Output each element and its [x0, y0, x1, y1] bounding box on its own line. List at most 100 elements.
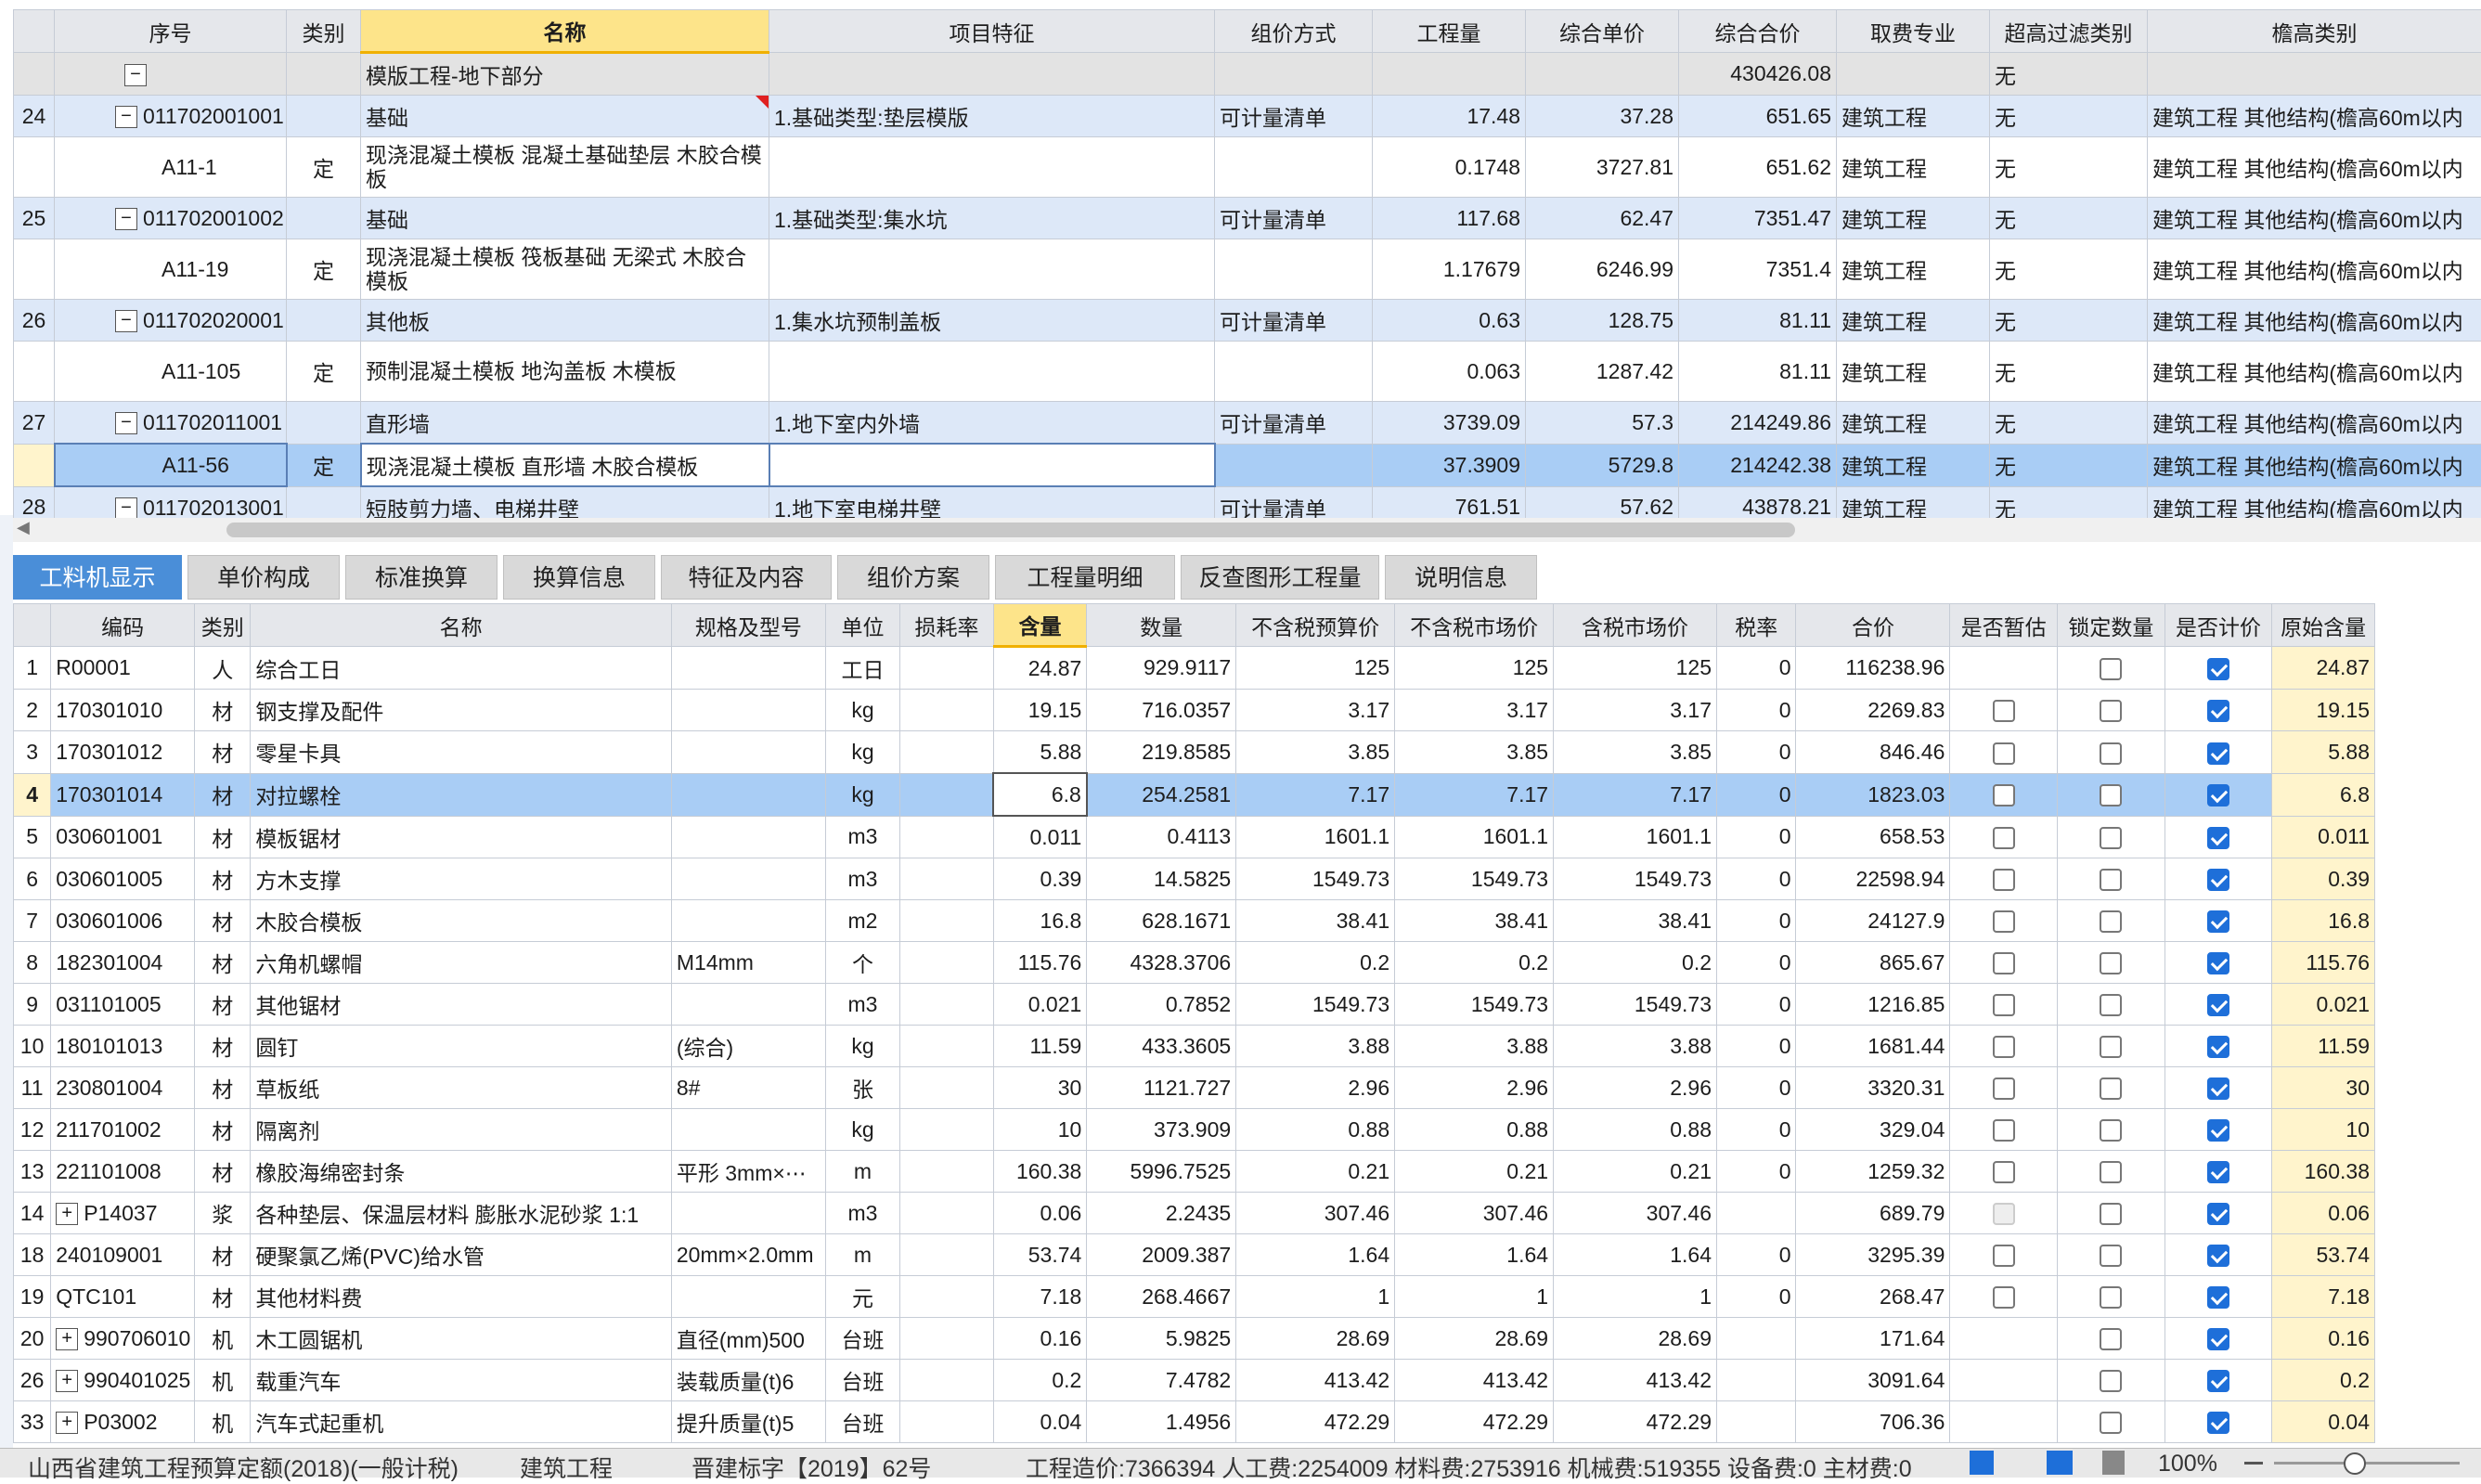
type-cell[interactable]: 材	[195, 1151, 251, 1193]
filter-cell[interactable]: 无	[1990, 300, 2148, 342]
p3-cell[interactable]: 0.2	[1554, 942, 1717, 984]
total-cell[interactable]: 430426.08	[1679, 53, 1837, 96]
resource-row[interactable]: 10180101013材圆钉(综合)kg11.59433.36053.883.8…	[14, 1026, 2375, 1067]
loss-cell[interactable]	[900, 773, 994, 816]
tax-cell[interactable]: 0	[1717, 1276, 1796, 1318]
qty-cell[interactable]: 628.1671	[1087, 900, 1236, 942]
tax-cell[interactable]: 0	[1717, 900, 1796, 942]
price-checkbox-cell[interactable]	[2164, 858, 2272, 900]
sum-cell[interactable]: 3091.64	[1796, 1360, 1950, 1401]
orig-cell[interactable]: 115.76	[2272, 942, 2375, 984]
price-cell[interactable]: 3727.81	[1526, 137, 1679, 198]
content-cell[interactable]: 0.021	[993, 984, 1087, 1026]
name-cell[interactable]: 木胶合模板	[251, 900, 671, 942]
content-cell[interactable]: 24.87	[993, 647, 1087, 690]
tax-cell[interactable]: 0	[1717, 1109, 1796, 1151]
price-checkbox-cell[interactable]	[2164, 1318, 2272, 1360]
type-cell[interactable]: 材	[195, 1067, 251, 1109]
type-cell[interactable]: 定	[287, 239, 361, 300]
type-cell[interactable]: 材	[195, 1234, 251, 1276]
loss-cell[interactable]	[900, 1193, 994, 1234]
unit-cell[interactable]: 工日	[825, 647, 899, 690]
price-checkbox[interactable]	[2207, 1036, 2229, 1058]
unit-cell[interactable]: m3	[825, 858, 899, 900]
height-cell[interactable]: 建筑工程 其他结构(檐高60m以内	[2148, 342, 2481, 402]
p1-cell[interactable]: 125	[1236, 647, 1395, 690]
fee-cell[interactable]: 建筑工程	[1837, 137, 1990, 198]
unit-cell[interactable]: kg	[825, 1026, 899, 1067]
lock-checkbox[interactable]	[2100, 742, 2122, 765]
unit-cell[interactable]: kg	[825, 773, 899, 816]
estimate-checkbox-cell[interactable]	[1950, 1109, 2058, 1151]
type-cell[interactable]: 材	[195, 1026, 251, 1067]
loss-cell[interactable]	[900, 858, 994, 900]
price-checkbox-cell[interactable]	[2164, 1276, 2272, 1318]
p3-cell[interactable]: 1	[1554, 1276, 1717, 1318]
type-cell[interactable]: 材	[195, 816, 251, 858]
code-cell[interactable]: −011702020001	[55, 300, 287, 342]
code-cell[interactable]: R00001	[51, 647, 195, 690]
col-header[interactable]: 综合单价	[1526, 10, 1679, 53]
estimate-checkbox[interactable]	[1993, 1161, 2015, 1183]
p2-cell[interactable]: 2.96	[1395, 1067, 1554, 1109]
type-cell[interactable]: 机	[195, 1318, 251, 1360]
price-checkbox[interactable]	[2207, 1286, 2229, 1309]
bill-row[interactable]: 24−011702001001基础1.基础类型:垫层模版可计量清单17.4837…	[14, 96, 2481, 137]
type-cell[interactable]	[287, 198, 361, 239]
method-cell[interactable]	[1215, 444, 1373, 486]
lock-checkbox[interactable]	[2100, 700, 2122, 722]
orig-cell[interactable]: 0.04	[2272, 1401, 2375, 1443]
orig-cell[interactable]: 0.021	[2272, 984, 2375, 1026]
resource-row[interactable]: 12211701002材隔离剂kg10373.9090.880.880.8803…	[14, 1109, 2375, 1151]
price-checkbox-cell[interactable]	[2164, 1151, 2272, 1193]
resource-row[interactable]: 5030601001材模板锯材m30.0110.41131601.11601.1…	[14, 816, 2375, 858]
p3-cell[interactable]: 2.96	[1554, 1067, 1717, 1109]
sum-cell[interactable]: 3320.31	[1796, 1067, 1950, 1109]
p2-cell[interactable]: 1.64	[1395, 1234, 1554, 1276]
content-cell[interactable]: 160.38	[993, 1151, 1087, 1193]
lock-checkbox[interactable]	[2100, 1328, 2122, 1350]
col-header[interactable]: 项目特征	[769, 10, 1215, 53]
lock-checkbox-cell[interactable]	[2058, 858, 2165, 900]
spec-cell[interactable]: 8#	[671, 1067, 825, 1109]
estimate-checkbox-cell[interactable]	[1950, 1318, 2058, 1360]
price-checkbox[interactable]	[2207, 1370, 2229, 1392]
sum-cell[interactable]: 865.67	[1796, 942, 1950, 984]
p1-cell[interactable]: 3.17	[1236, 690, 1395, 731]
p3-cell[interactable]: 472.29	[1554, 1401, 1717, 1443]
code-cell[interactable]: 030601001	[51, 816, 195, 858]
type-cell[interactable]: 浆	[195, 1193, 251, 1234]
type-cell[interactable]	[287, 300, 361, 342]
price-cell[interactable]: 1287.42	[1526, 342, 1679, 402]
loss-cell[interactable]	[900, 647, 994, 690]
orig-cell[interactable]: 24.87	[2272, 647, 2375, 690]
price-cell[interactable]: 6246.99	[1526, 239, 1679, 300]
orig-cell[interactable]: 7.18	[2272, 1276, 2375, 1318]
feature-cell[interactable]	[769, 53, 1215, 96]
p2-cell[interactable]: 413.42	[1395, 1360, 1554, 1401]
unit-cell[interactable]: m3	[825, 984, 899, 1026]
estimate-checkbox-cell[interactable]	[1950, 1234, 2058, 1276]
p3-cell[interactable]: 125	[1554, 647, 1717, 690]
height-cell[interactable]: 建筑工程 其他结构(檐高60m以内	[2148, 402, 2481, 445]
content-cell[interactable]: 5.88	[993, 731, 1087, 774]
collapse-icon[interactable]: −	[115, 412, 137, 434]
view-mode-icon[interactable]	[2047, 1451, 2073, 1475]
tab-2[interactable]: 单价构成	[187, 555, 340, 600]
sum-cell[interactable]: 329.04	[1796, 1109, 1950, 1151]
method-cell[interactable]	[1215, 137, 1373, 198]
total-cell[interactable]: 214249.86	[1679, 402, 1837, 445]
p1-cell[interactable]: 307.46	[1236, 1193, 1395, 1234]
price-checkbox-cell[interactable]	[2164, 900, 2272, 942]
col-header[interactable]: 不含税市场价	[1395, 604, 1554, 647]
spec-cell[interactable]: 提升质量(t)5	[671, 1401, 825, 1443]
code-cell[interactable]: 211701002	[51, 1109, 195, 1151]
height-cell[interactable]: 建筑工程 其他结构(檐高60m以内	[2148, 198, 2481, 239]
p2-cell[interactable]: 1601.1	[1395, 816, 1554, 858]
zoom-slider-handle[interactable]	[2344, 1452, 2366, 1475]
loss-cell[interactable]	[900, 816, 994, 858]
loss-cell[interactable]	[900, 731, 994, 774]
spec-cell[interactable]: (综合)	[671, 1026, 825, 1067]
lock-checkbox-cell[interactable]	[2058, 900, 2165, 942]
resource-row[interactable]: 11230801004材草板纸8#张301121.7272.962.962.96…	[14, 1067, 2375, 1109]
